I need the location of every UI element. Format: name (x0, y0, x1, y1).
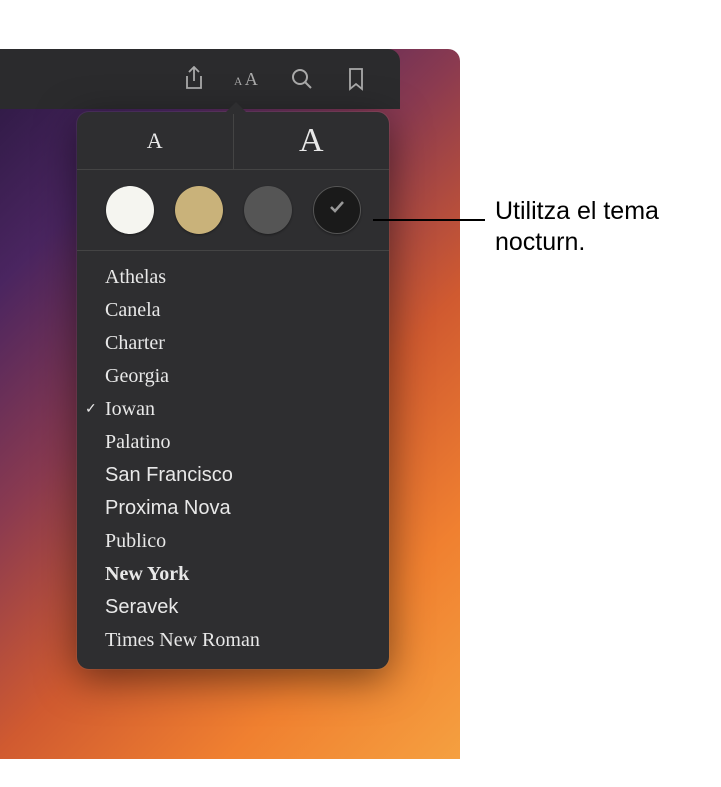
font-label: Proxima Nova (99, 497, 231, 520)
appearance-popover: A A AthelasCanelaCharterGeorgia✓IowanPal… (77, 112, 389, 669)
font-option[interactable]: ✓Iowan (77, 393, 389, 426)
font-option[interactable]: Proxima Nova (77, 492, 389, 525)
font-label: Palatino (99, 431, 171, 454)
window-toolbar: A A (0, 49, 400, 109)
font-option[interactable]: New York (77, 558, 389, 591)
decrease-text-size-button[interactable]: A (77, 112, 234, 169)
svg-text:A: A (245, 69, 258, 89)
theme-night-button[interactable] (313, 186, 361, 234)
search-icon[interactable] (288, 65, 316, 93)
svg-text:A: A (234, 76, 243, 88)
font-label: San Francisco (99, 464, 233, 487)
font-list: AthelasCanelaCharterGeorgia✓IowanPalatin… (77, 251, 389, 657)
font-option[interactable]: Palatino (77, 426, 389, 459)
font-option[interactable]: Athelas (77, 261, 389, 294)
callout-text: Utilitza el tema nocturn. (495, 196, 721, 259)
theme-sepia-button[interactable] (175, 186, 223, 234)
font-label: Canela (99, 299, 161, 322)
font-label: Charter (99, 332, 165, 355)
font-label: Seravek (99, 596, 178, 619)
popover-arrow (224, 102, 248, 114)
font-label: Iowan (99, 398, 155, 421)
font-option[interactable]: Georgia (77, 360, 389, 393)
checkmark-icon (327, 197, 347, 223)
bookmark-icon[interactable] (342, 65, 370, 93)
theme-gray-button[interactable] (244, 186, 292, 234)
font-option[interactable]: San Francisco (77, 459, 389, 492)
text-size-row: A A (77, 112, 389, 170)
font-option[interactable]: Seravek (77, 591, 389, 624)
font-label: New York (99, 563, 189, 586)
font-option[interactable]: Times New Roman (77, 624, 389, 657)
font-option[interactable]: Publico (77, 525, 389, 558)
text-size-icon[interactable]: A A (234, 65, 262, 93)
increase-text-size-button[interactable]: A (234, 112, 390, 169)
theme-white-button[interactable] (106, 186, 154, 234)
callout-line (373, 219, 485, 221)
font-option[interactable]: Canela (77, 294, 389, 327)
share-icon[interactable] (180, 65, 208, 93)
checkmark-icon: ✓ (85, 401, 97, 418)
font-label: Athelas (99, 266, 166, 289)
font-label: Times New Roman (99, 629, 260, 652)
theme-row (77, 170, 389, 251)
font-label: Publico (99, 530, 166, 553)
font-option[interactable]: Charter (77, 327, 389, 360)
font-label: Georgia (99, 365, 169, 388)
